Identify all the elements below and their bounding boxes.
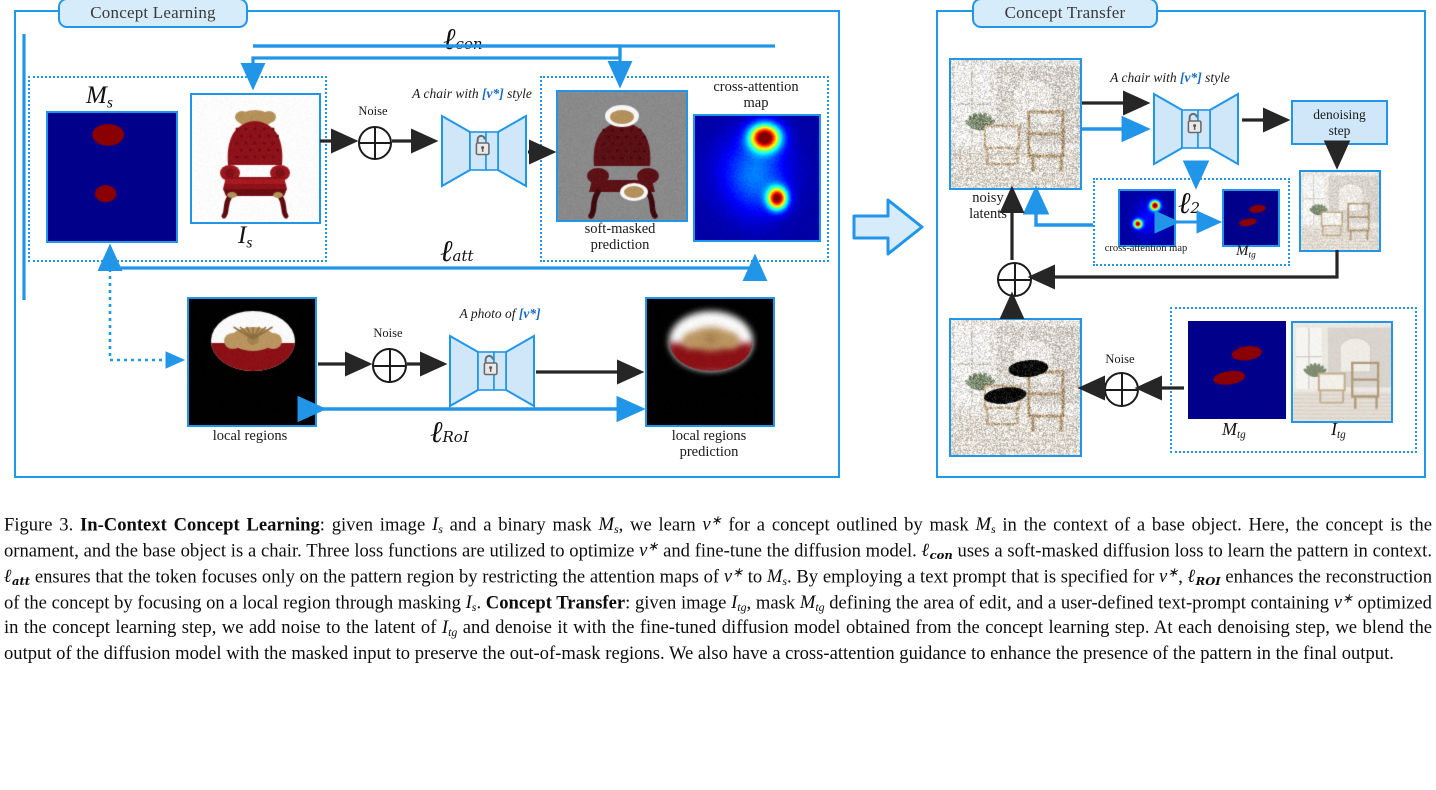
unlocked-padlock-icon-transfer xyxy=(1184,110,1204,141)
cross-attention-caption-top: cross-attention map xyxy=(688,79,824,111)
mask-ms-image xyxy=(46,111,178,243)
transfer-mask-mtg-label: Mtg xyxy=(1222,419,1246,442)
transfer-mask-mtg-image xyxy=(1188,321,1286,419)
soft-masked-prediction-caption: soft-masked prediction xyxy=(552,221,688,253)
transfer-noise-symbol xyxy=(1104,372,1139,407)
figure-caption: Figure 3. In-Context Concept Learning: g… xyxy=(4,513,1433,664)
loss-l2-label: ℓ2 xyxy=(1178,186,1200,221)
blend-symbol xyxy=(997,262,1032,297)
loss-con-label: ℓcon xyxy=(443,22,483,57)
denoising-step-line1: denoising xyxy=(1313,106,1366,122)
transition-arrow-icon xyxy=(852,196,924,258)
local-regions-image xyxy=(187,297,317,427)
local-regions-prediction-caption: local regions prediction xyxy=(643,428,775,460)
source-image-is xyxy=(190,93,321,224)
prompt-bottom-label: A photo of [v*] xyxy=(425,306,575,321)
noise-label-bottom: Noise xyxy=(373,326,403,340)
transfer-prompt-token: [v*] xyxy=(1180,70,1202,85)
prompt-bottom-token: [v*] xyxy=(518,306,541,321)
noisy-latents-image xyxy=(949,58,1082,190)
prompt-top-label: A chair with [v*] style xyxy=(382,86,562,101)
transfer-target-image-itg xyxy=(1291,321,1393,423)
transfer-mask-mtg-small-label: Mtg xyxy=(1236,243,1256,261)
concept-transfer-title: Concept Transfer xyxy=(972,0,1158,28)
prompt-bottom-pre: A photo of xyxy=(459,306,519,321)
noise-symbol-bottom xyxy=(372,348,407,383)
denoised-output-image xyxy=(1299,170,1381,252)
transfer-prompt-post: style xyxy=(1201,70,1230,85)
loss-con-sub: con xyxy=(455,35,483,53)
denoising-step-line2: step xyxy=(1328,122,1351,138)
mask-ms-label: Ms xyxy=(86,82,113,112)
prompt-top-pre: A chair with xyxy=(412,86,483,101)
denoising-step-box: denoising step xyxy=(1291,100,1388,145)
unlocked-padlock-icon-top xyxy=(472,132,492,163)
caption-bold-lead: In-Context Concept Learning xyxy=(80,514,320,536)
loss-l2-symbol: ℓ xyxy=(1178,186,1191,221)
noisy-latents-line2: latents xyxy=(969,206,1007,223)
cross-attention-caption-line2: map xyxy=(743,95,769,112)
source-image-is-label: Is xyxy=(238,222,253,252)
loss-roi-label: ℓRoI xyxy=(430,415,469,450)
soft-masked-caption-line2: prediction xyxy=(590,237,650,254)
noisy-latents-line1: noisy xyxy=(972,190,1004,206)
masked-noisy-input-image xyxy=(949,318,1082,457)
local-regions-prediction-image xyxy=(645,297,775,427)
noisy-latents-caption: noisy latents xyxy=(944,190,1032,222)
transfer-cross-attention-map-image xyxy=(1118,189,1176,247)
cross-attention-caption-line1: cross-attention xyxy=(713,79,799,95)
soft-masked-caption-line1: soft-masked xyxy=(584,221,656,237)
loss-l2-sub: 2 xyxy=(1190,199,1201,217)
concept-learning-title: Concept Learning xyxy=(58,0,248,28)
soft-masked-prediction-image xyxy=(556,90,688,222)
transfer-noise-label: Noise xyxy=(1105,352,1135,366)
loss-roi-sub: RoI xyxy=(442,428,469,446)
caption-figure-number: Figure 3. xyxy=(4,514,74,536)
noise-symbol-top xyxy=(358,126,392,160)
loss-att-label: ℓatt xyxy=(440,234,474,269)
transfer-cross-attention-caption: cross-attention map xyxy=(1104,243,1188,254)
prompt-top-post: style xyxy=(503,86,532,101)
transfer-prompt-label: A chair with [v*] style xyxy=(1075,70,1265,85)
loss-con-symbol: ℓ xyxy=(443,22,456,57)
local-regions-pred-line1: local regions xyxy=(671,428,747,444)
local-regions-caption: local regions xyxy=(212,428,288,444)
transfer-prompt-pre: A chair with xyxy=(1110,70,1181,85)
transfer-target-image-itg-label: Itg xyxy=(1331,419,1346,442)
unlocked-padlock-icon-bottom xyxy=(480,352,500,383)
transfer-mask-mtg-small-image xyxy=(1222,189,1280,247)
local-regions-pred-line2: prediction xyxy=(679,444,739,461)
caption-bold-transfer: Concept Transfer xyxy=(485,592,626,614)
cross-attention-map-image xyxy=(693,114,821,242)
loss-att-symbol: ℓ xyxy=(440,234,453,269)
noise-label-top: Noise xyxy=(358,104,388,118)
loss-roi-symbol: ℓ xyxy=(430,415,443,450)
loss-att-sub: att xyxy=(452,247,474,265)
prompt-top-token: [v*] xyxy=(482,86,504,101)
